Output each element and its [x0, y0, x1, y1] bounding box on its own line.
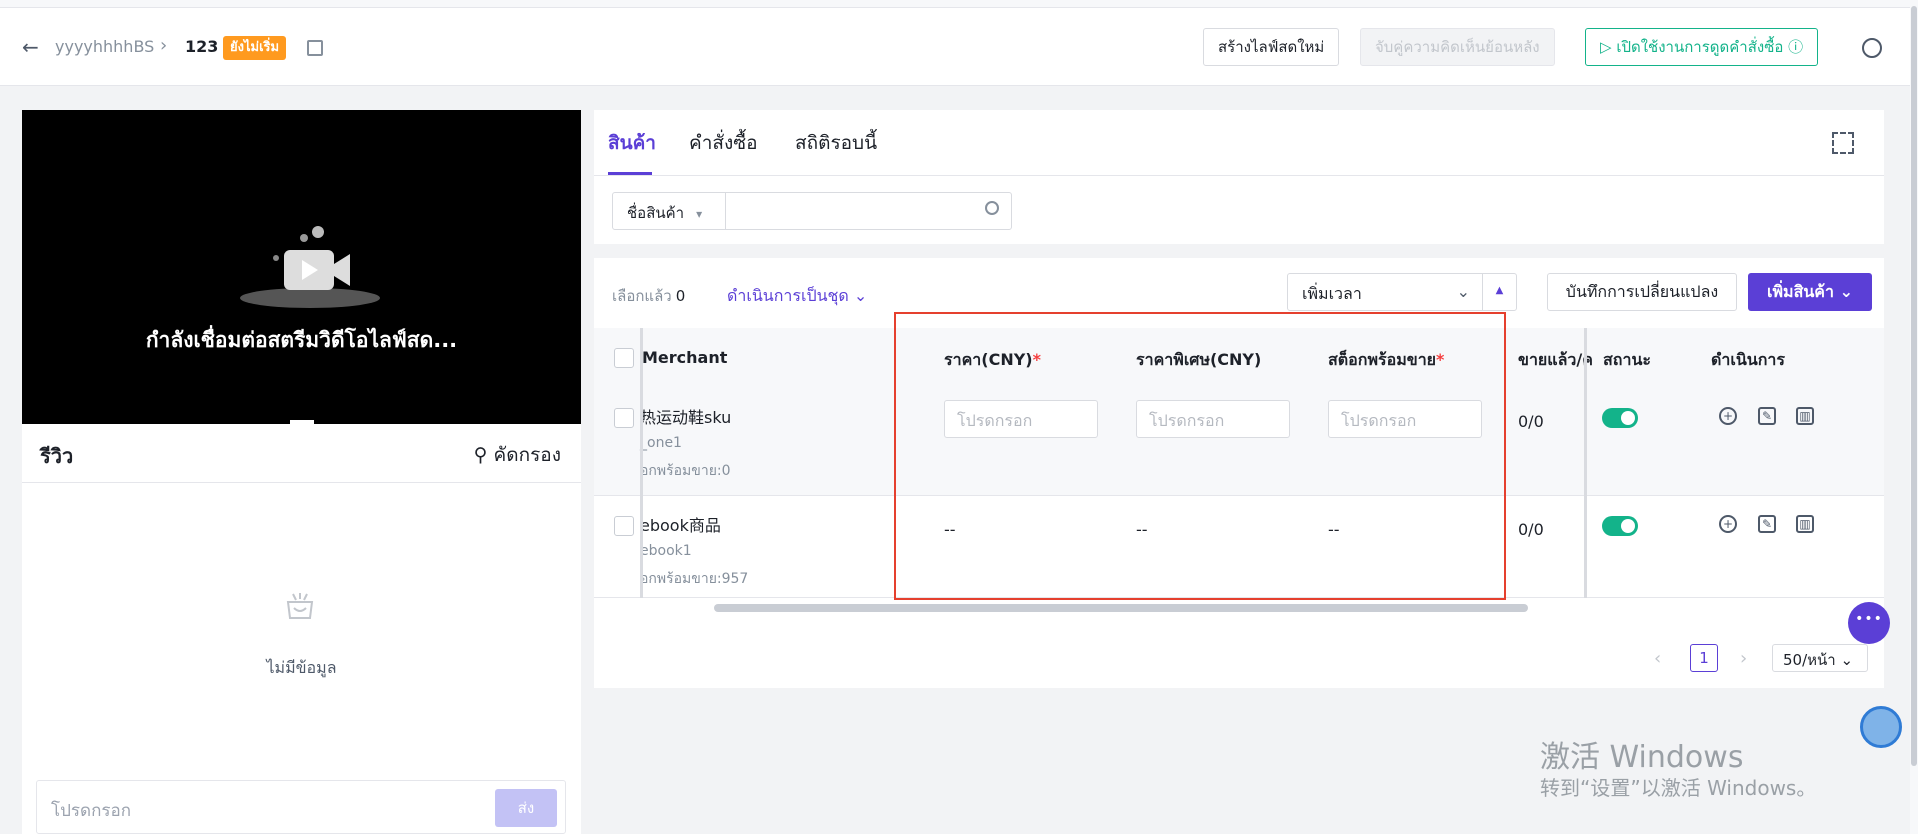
- breadcrumb-current: 123: [185, 37, 219, 56]
- enable-order-button[interactable]: ▷ เปิดใช้งานการดูดคำสั่งซื้อ ⓘ: [1585, 28, 1819, 66]
- highlight-box: [894, 312, 1506, 600]
- empty-text: ไม่มีข้อมูล: [266, 658, 337, 677]
- product-table-panel: เลือกแล้ว 0 ดำเนินการเป็นชุด ⌄ เพิ่มเวลา …: [594, 258, 1884, 688]
- save-changes-button[interactable]: บันทึกการเปลี่ยนแปลง: [1547, 273, 1737, 311]
- fixed-column-shadow: [1584, 328, 1587, 598]
- search-box: ชื่อสินค้า ▾: [612, 192, 1012, 230]
- search-field-select[interactable]: ชื่อสินค้า ▾: [613, 193, 726, 229]
- tab-stats[interactable]: สถิติรอบนี้: [795, 128, 877, 158]
- sold-value: 0/0: [1518, 520, 1544, 539]
- tab-orders[interactable]: คำสั่งซื้อ: [689, 128, 758, 158]
- chevron-down-icon: ⌄: [1456, 282, 1470, 301]
- add-icon[interactable]: +: [1719, 407, 1737, 425]
- review-input[interactable]: โปรดกรอก ส่ง: [36, 780, 566, 834]
- windows-watermark-subtitle: 转到“设置”以激活 Windows。: [1540, 776, 1817, 800]
- trash-icon[interactable]: ▥: [1796, 407, 1814, 425]
- review-input-placeholder: โปรดกรอก: [51, 801, 132, 821]
- product-name: ebook商品: [640, 516, 721, 535]
- sort-spinner-icon[interactable]: ▲: [1482, 274, 1516, 310]
- select-all-checkbox[interactable]: [614, 348, 634, 368]
- selected-count: 0: [675, 287, 686, 305]
- product-sku: _one1: [640, 435, 682, 451]
- col-sold: ขายแล้ว/ค: [1518, 350, 1593, 369]
- filter-button[interactable]: ⚲ คัดกรอง: [474, 440, 561, 470]
- status-toggle[interactable]: [1602, 408, 1638, 428]
- divider: [22, 482, 581, 483]
- video-icon[interactable]: [307, 40, 323, 56]
- col-actions: ดำเนินการ: [1711, 350, 1785, 369]
- review-title: รีวิว: [40, 444, 74, 468]
- chat-icon[interactable]: [1848, 602, 1890, 644]
- time-select-value: เพิ่มเวลา: [1302, 284, 1362, 303]
- row-checkbox[interactable]: [614, 408, 634, 428]
- edit-icon[interactable]: ✎: [1758, 407, 1776, 425]
- page-size-select[interactable]: 50/หน้า ⌄: [1772, 644, 1868, 672]
- avatar[interactable]: [1860, 706, 1902, 748]
- batch-actions-dropdown[interactable]: ดำเนินการเป็นชุด ⌄: [727, 284, 867, 309]
- chevron-right-icon[interactable]: ›: [1740, 648, 1747, 669]
- col-status: สถานะ: [1603, 350, 1651, 369]
- tab-products[interactable]: สินค้า: [608, 128, 656, 158]
- chevron-right-icon: ›: [160, 35, 168, 56]
- new-live-button[interactable]: สร้างไลฟ์สดใหม่: [1203, 28, 1340, 66]
- time-select[interactable]: เพิ่มเวลา ⌄ ▲: [1287, 273, 1517, 311]
- col-merchant: Merchant: [642, 348, 728, 367]
- edit-icon[interactable]: ✎: [1758, 515, 1776, 533]
- add-product-label: เพิ่มสินค้า: [1767, 282, 1834, 301]
- product-stock-text: อกพร้อมขาย:957: [640, 571, 749, 587]
- product-stock-text: อกพร้อมขาย:0: [640, 463, 731, 479]
- vertical-scrollbar[interactable]: [1910, 0, 1918, 834]
- batch-label: ดำเนินการเป็นชุด: [727, 286, 849, 305]
- status-toggle[interactable]: [1602, 516, 1638, 536]
- add-product-button[interactable]: เพิ่มสินค้า ⌄: [1748, 273, 1872, 311]
- product-name: 热运动鞋sku: [640, 408, 732, 427]
- fullscreen-icon[interactable]: [1832, 132, 1854, 154]
- top-strip: [0, 0, 1918, 8]
- match-feedback-button[interactable]: จับคู่ความคิดเห็นย้อนหลัง: [1360, 28, 1555, 66]
- video-camera-icon: [240, 226, 380, 308]
- horizontal-scrollbar[interactable]: [714, 604, 1528, 612]
- chevron-down-icon: ▾: [696, 207, 703, 221]
- empty-box-icon: [286, 593, 314, 619]
- search-field-label: ชื่อสินค้า: [627, 204, 685, 222]
- filter-icon: ⚲: [473, 444, 488, 466]
- page-size-value: 50/หน้า: [1783, 651, 1836, 669]
- arrow-left-icon[interactable]: ←: [22, 35, 39, 59]
- trash-icon[interactable]: ▥: [1796, 515, 1814, 533]
- page-header: ← yyyyhhhhBS › 123 ยังไม่เริ่ม สร้างไลฟ์…: [0, 8, 1912, 86]
- windows-watermark-title: 激活 Windows: [1540, 740, 1744, 775]
- status-badge: ยังไม่เริ่ม: [223, 36, 287, 60]
- enable-order-label: เปิดใช้งานการดูดคำสั่งซื้อ: [1616, 38, 1784, 56]
- divider: [594, 175, 1884, 176]
- selected-label: เลือกแล้ว: [612, 287, 672, 305]
- connecting-text: กำลังเชื่อมต่อสตรีมวิดีโอไลฟ์สด...: [145, 328, 458, 352]
- search-icon[interactable]: [985, 201, 999, 215]
- scrollbar-thumb[interactable]: [1911, 6, 1917, 766]
- row-checkbox[interactable]: [614, 516, 634, 536]
- page-number[interactable]: 1: [1690, 644, 1718, 672]
- chevron-down-icon: ⌄: [1840, 651, 1854, 669]
- chevron-left-icon[interactable]: ‹: [1654, 648, 1661, 669]
- selected-info: เลือกแล้ว 0: [612, 284, 685, 308]
- product-sku: ebook1: [640, 543, 692, 559]
- filter-label: คัดกรอง: [493, 444, 561, 466]
- tabs-panel: สินค้า คำสั่งซื้อ สถิติรอบนี้ ชื่อสินค้า…: [594, 110, 1884, 244]
- breadcrumb-parent[interactable]: yyyyhhhhBS: [55, 37, 154, 56]
- live-video: กำลังเชื่อมต่อสตรีมวิดีโอไลฟ์สด...: [22, 110, 581, 424]
- chevron-down-icon: ⌄: [853, 286, 868, 305]
- fixed-column-shadow: [640, 328, 643, 598]
- add-icon[interactable]: +: [1719, 515, 1737, 533]
- chevron-down-icon: ⌄: [1839, 282, 1853, 301]
- review-panel: รีวิว ⚲ คัดกรอง ไม่มีข้อมูล โปรดกรอก ส่ง: [22, 424, 581, 834]
- send-button[interactable]: ส่ง: [495, 789, 557, 827]
- sold-value: 0/0: [1518, 412, 1544, 431]
- settings-icon[interactable]: [1862, 38, 1882, 58]
